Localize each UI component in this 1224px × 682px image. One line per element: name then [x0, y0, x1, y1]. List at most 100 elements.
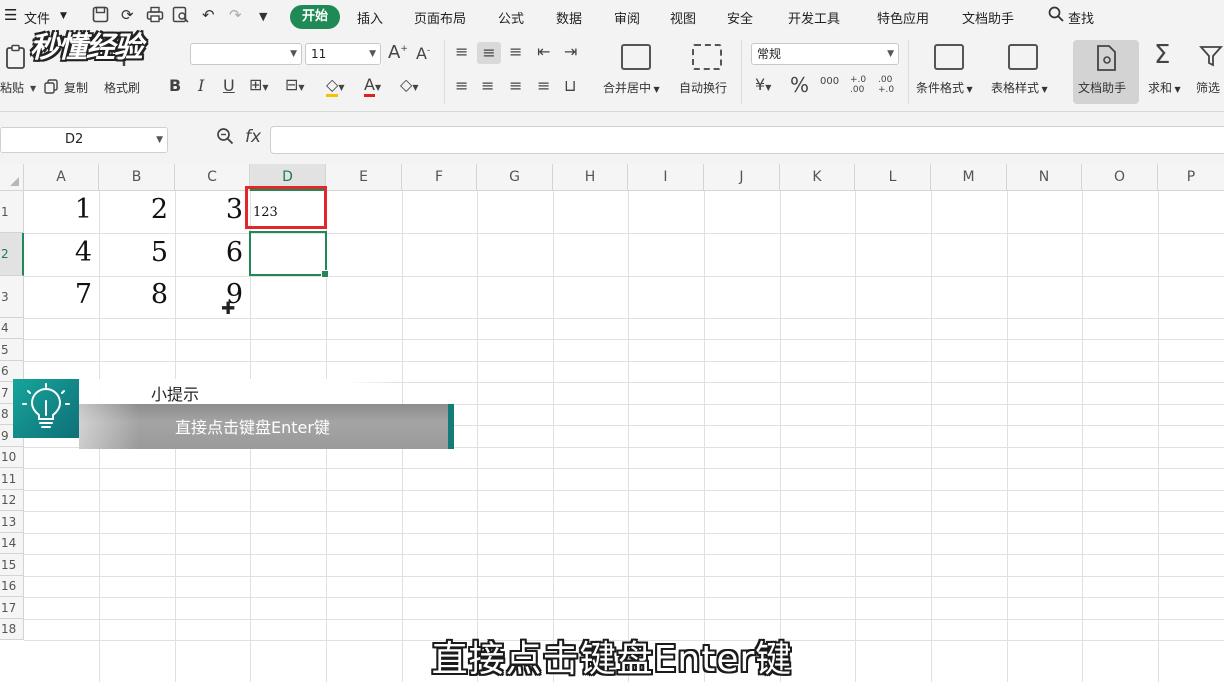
align-bottom-icon[interactable]: ≡ [509, 44, 522, 60]
indent-increase-icon[interactable]: ⇥ [564, 44, 577, 60]
sum-icon[interactable]: Σ [1154, 42, 1170, 68]
column-header-e[interactable]: E [326, 164, 402, 191]
column-header-o[interactable]: O [1082, 164, 1158, 191]
column-header-a[interactable]: A [24, 164, 99, 191]
increase-decimal-button[interactable]: +.0 .00 [850, 75, 870, 95]
wrap-text-icon[interactable] [692, 44, 722, 70]
format-painter-button[interactable]: 格式刷 [104, 79, 140, 96]
indent-decrease-icon[interactable]: ⇤ [537, 44, 550, 60]
tab-developer[interactable]: 开发工具 [788, 8, 840, 27]
column-header-p[interactable]: P [1158, 164, 1224, 191]
redo-icon[interactable]: ↷ [229, 6, 242, 24]
column-header-k[interactable]: K [780, 164, 855, 191]
wrap-text-button[interactable]: 自动换行 [679, 79, 727, 96]
column-header-j[interactable]: J [704, 164, 780, 191]
fill-pattern-icon[interactable]: ⊟▼ [285, 77, 305, 93]
row-header-4[interactable]: 4 [0, 318, 24, 339]
cell-b1[interactable]: 2 [99, 194, 168, 225]
zoom-search-icon[interactable] [216, 127, 234, 150]
search-label[interactable]: 查找 [1068, 8, 1094, 27]
column-header-c[interactable]: C [175, 164, 250, 191]
column-header-h[interactable]: H [553, 164, 628, 191]
cell-a2[interactable]: 4 [24, 237, 92, 268]
export-icon[interactable]: ⟳ [121, 6, 134, 24]
row-header-3[interactable]: 3 [0, 276, 24, 318]
clear-format-icon[interactable]: ◇▼ [400, 77, 418, 93]
print-preview-icon[interactable] [172, 6, 190, 27]
currency-icon[interactable]: ¥▼ [755, 77, 771, 93]
name-box[interactable]: D2 ▼ [0, 127, 168, 153]
align-right-icon[interactable]: ≡ [509, 78, 522, 94]
italic-button[interactable]: I [198, 78, 204, 94]
print-icon[interactable] [146, 6, 164, 27]
undo-icon[interactable]: ↶ [202, 6, 215, 24]
tab-insert[interactable]: 插入 [357, 8, 383, 27]
align-top-icon[interactable]: ≡ [455, 44, 468, 60]
row-header-1[interactable]: 1 [0, 191, 24, 233]
tab-data[interactable]: 数据 [556, 8, 582, 27]
row-header-2[interactable]: 2 [0, 233, 24, 276]
paste-dropdown-icon[interactable]: ▼ [30, 85, 36, 93]
column-header-n[interactable]: N [1007, 164, 1082, 191]
row-header-17[interactable]: 17 [0, 597, 24, 619]
tab-page-layout[interactable]: 页面布局 [414, 8, 466, 27]
column-header-f[interactable]: F [402, 164, 477, 191]
column-header-g[interactable]: G [477, 164, 553, 191]
align-center-icon[interactable]: ≡ [481, 78, 494, 94]
decrease-font-icon[interactable]: A- [416, 46, 430, 62]
fill-color-icon[interactable]: ◇▼ [326, 75, 344, 97]
paste-button[interactable]: 粘贴 [0, 79, 24, 96]
tab-home[interactable]: 开始 [290, 5, 340, 29]
tab-view[interactable]: 视图 [670, 8, 696, 27]
cell-a1[interactable]: 1 [24, 194, 92, 225]
align-left-icon[interactable]: ≡ [455, 78, 468, 94]
percent-button[interactable]: % [790, 75, 809, 95]
row-header-5[interactable]: 5 [0, 339, 24, 361]
font-color-icon[interactable]: A▼ [364, 75, 381, 97]
row-header-16[interactable]: 16 [0, 576, 24, 597]
row-header-13[interactable]: 13 [0, 511, 24, 533]
select-all-corner[interactable] [0, 164, 24, 191]
borders-icon[interactable]: ⊞▼ [249, 77, 269, 93]
cell-a3[interactable]: 7 [24, 279, 92, 310]
increase-font-icon[interactable]: A+ [388, 44, 408, 62]
table-style-button[interactable]: 表格样式 ▼ [991, 79, 1048, 96]
conditional-format-button[interactable]: 条件格式 ▼ [916, 79, 973, 96]
sum-button[interactable]: 求和 ▼ [1148, 79, 1181, 96]
column-header-b[interactable]: B [99, 164, 175, 191]
tab-security[interactable]: 安全 [727, 8, 753, 27]
row-header-12[interactable]: 12 [0, 490, 24, 511]
distribute-icon[interactable]: ⊔ [564, 78, 576, 94]
active-cell-d2[interactable] [249, 231, 329, 278]
paste-icon[interactable] [4, 44, 30, 73]
table-style-icon[interactable] [1008, 44, 1038, 70]
font-name-select[interactable]: ▼ [190, 43, 302, 65]
tab-special-apps[interactable]: 特色应用 [877, 8, 929, 27]
filter-icon[interactable] [1198, 44, 1224, 71]
merge-center-icon[interactable] [621, 44, 651, 70]
cell-b3[interactable]: 8 [99, 279, 168, 310]
row-header-14[interactable]: 14 [0, 533, 24, 554]
font-size-select[interactable]: 11 ▼ [305, 43, 381, 65]
column-header-l[interactable]: L [855, 164, 931, 191]
column-header-i[interactable]: I [628, 164, 704, 191]
hamburger-icon[interactable]: ☰ [4, 6, 17, 24]
search-icon[interactable] [1048, 6, 1064, 26]
bold-button[interactable]: B [169, 78, 181, 94]
tab-formulas[interactable]: 公式 [498, 8, 524, 27]
cell-c2[interactable]: 6 [175, 237, 243, 268]
filter-button[interactable]: 筛选 [1196, 79, 1220, 96]
thousands-button[interactable]: 000 [820, 77, 839, 87]
tab-doc-assistant[interactable]: 文档助手 [962, 8, 1014, 27]
cell-b2[interactable]: 5 [99, 237, 168, 268]
customize-dropdown-icon[interactable]: ▼ [259, 10, 267, 23]
row-header-10[interactable]: 10 [0, 447, 24, 468]
row-header-15[interactable]: 15 [0, 554, 24, 576]
number-format-select[interactable]: 常规 ▼ [751, 43, 899, 65]
justify-icon[interactable]: ≡ [537, 78, 550, 94]
chevron-down-icon[interactable]: ▼ [60, 11, 67, 21]
formula-input[interactable] [270, 126, 1224, 154]
conditional-format-icon[interactable] [934, 44, 964, 70]
underline-button[interactable]: U [223, 78, 235, 94]
row-header-11[interactable]: 11 [0, 468, 24, 490]
